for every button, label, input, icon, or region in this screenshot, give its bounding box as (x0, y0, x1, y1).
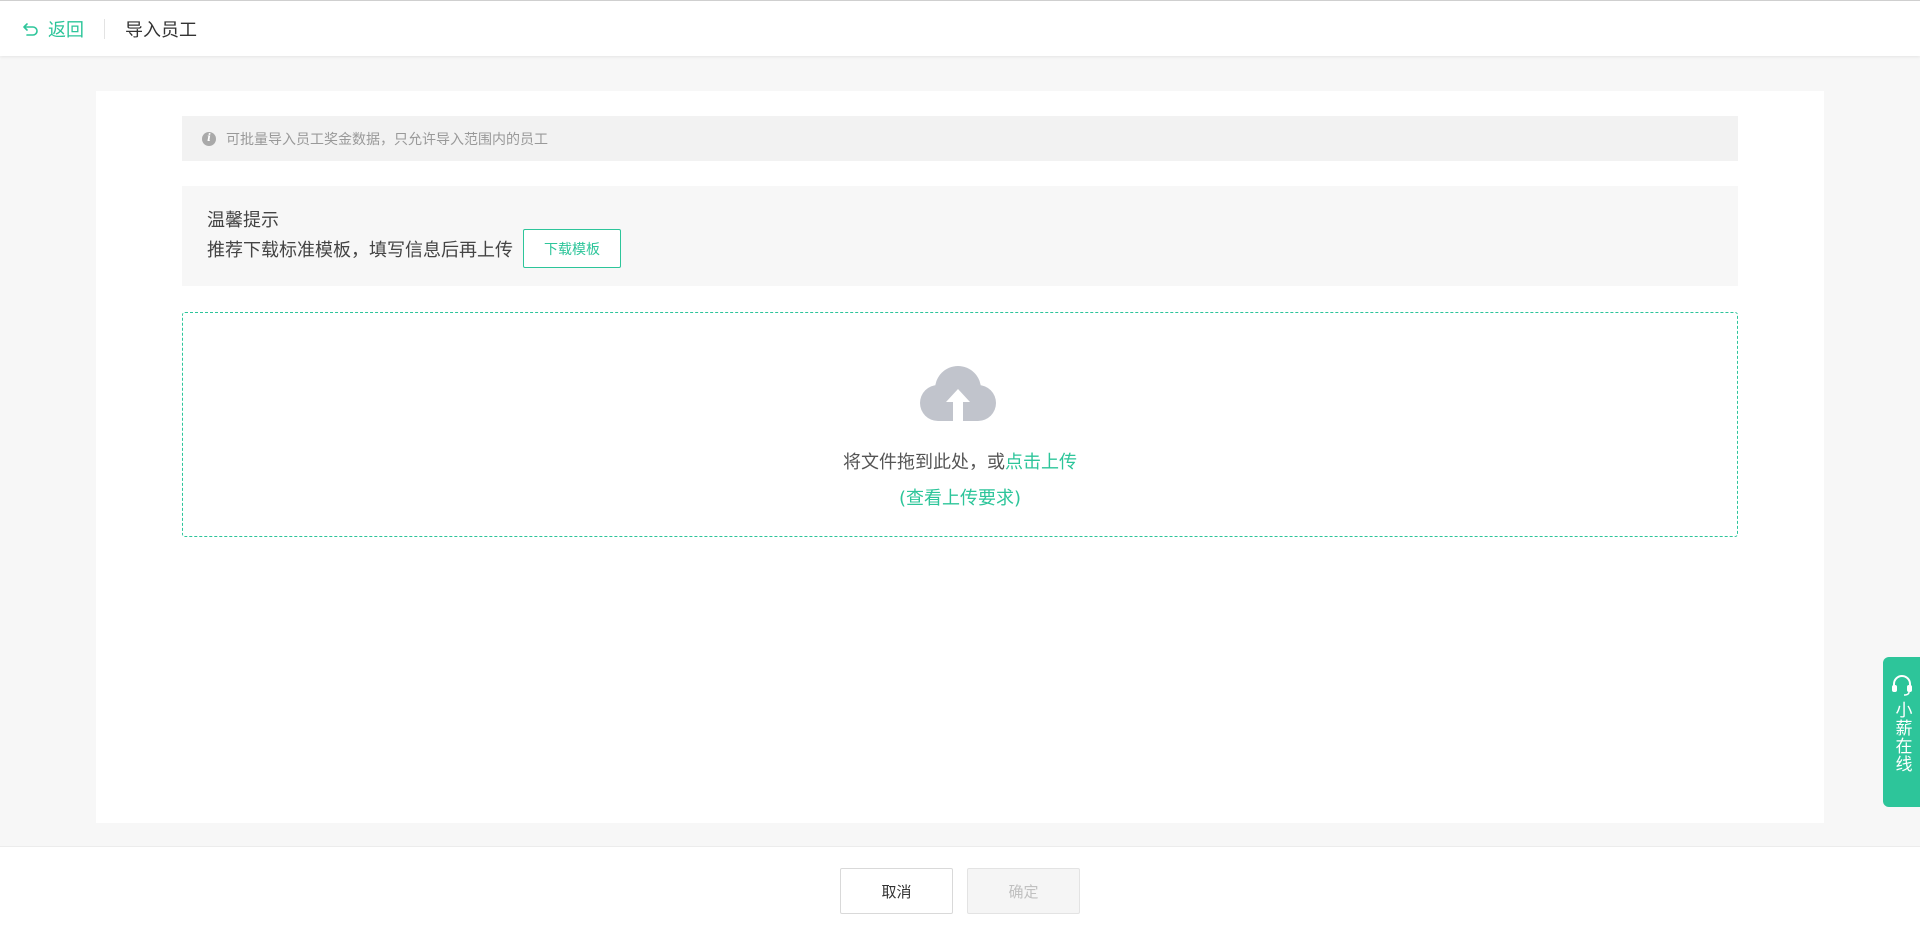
undo-icon (23, 22, 38, 36)
chat-widget-label: 小薪在线 (1891, 701, 1912, 773)
page-title: 导入员工 (125, 19, 197, 41)
cancel-button[interactable]: 取消 (840, 868, 953, 914)
upload-dropzone[interactable]: 将文件拖到此处，或点击上传 (查看上传要求) (182, 312, 1738, 537)
top-bar: 返回 导入员工 (0, 0, 1920, 56)
drag-text: 将文件拖到此处，或 (843, 452, 1005, 473)
footer-bar: 取消 确定 (0, 846, 1920, 932)
tips-text: 推荐下载标准模板，填写信息后再上传 (207, 239, 513, 261)
info-icon: i (202, 131, 216, 146)
online-chat-widget[interactable]: 小薪在线 (1883, 657, 1920, 807)
back-button[interactable]: 返回 (22, 16, 84, 42)
content-card: i 可批量导入员工奖金数据，只允许导入范围内的员工 温馨提示 推荐下载标准模板，… (96, 91, 1824, 823)
info-text: 可批量导入员工奖金数据，只允许导入范围内的员工 (226, 131, 548, 148)
header-divider (104, 18, 105, 39)
headset-icon (1891, 675, 1912, 696)
info-bar: i 可批量导入员工奖金数据，只允许导入范围内的员工 (182, 116, 1738, 161)
download-template-button[interactable]: 下载模板 (523, 229, 621, 268)
cloud-upload-icon (920, 366, 996, 423)
tips-box: 温馨提示 推荐下载标准模板，填写信息后再上传 下载模板 (182, 186, 1738, 286)
requirements-row: (查看上传要求) (183, 484, 1737, 510)
upload-requirements-link[interactable]: (查看上传要求) (899, 488, 1021, 509)
click-upload-link[interactable]: 点击上传 (1005, 452, 1077, 473)
drag-hint: 将文件拖到此处，或点击上传 (183, 448, 1737, 474)
tips-row: 推荐下载标准模板，填写信息后再上传 下载模板 (207, 229, 621, 268)
confirm-button[interactable]: 确定 (967, 868, 1080, 914)
back-label: 返回 (48, 19, 84, 41)
